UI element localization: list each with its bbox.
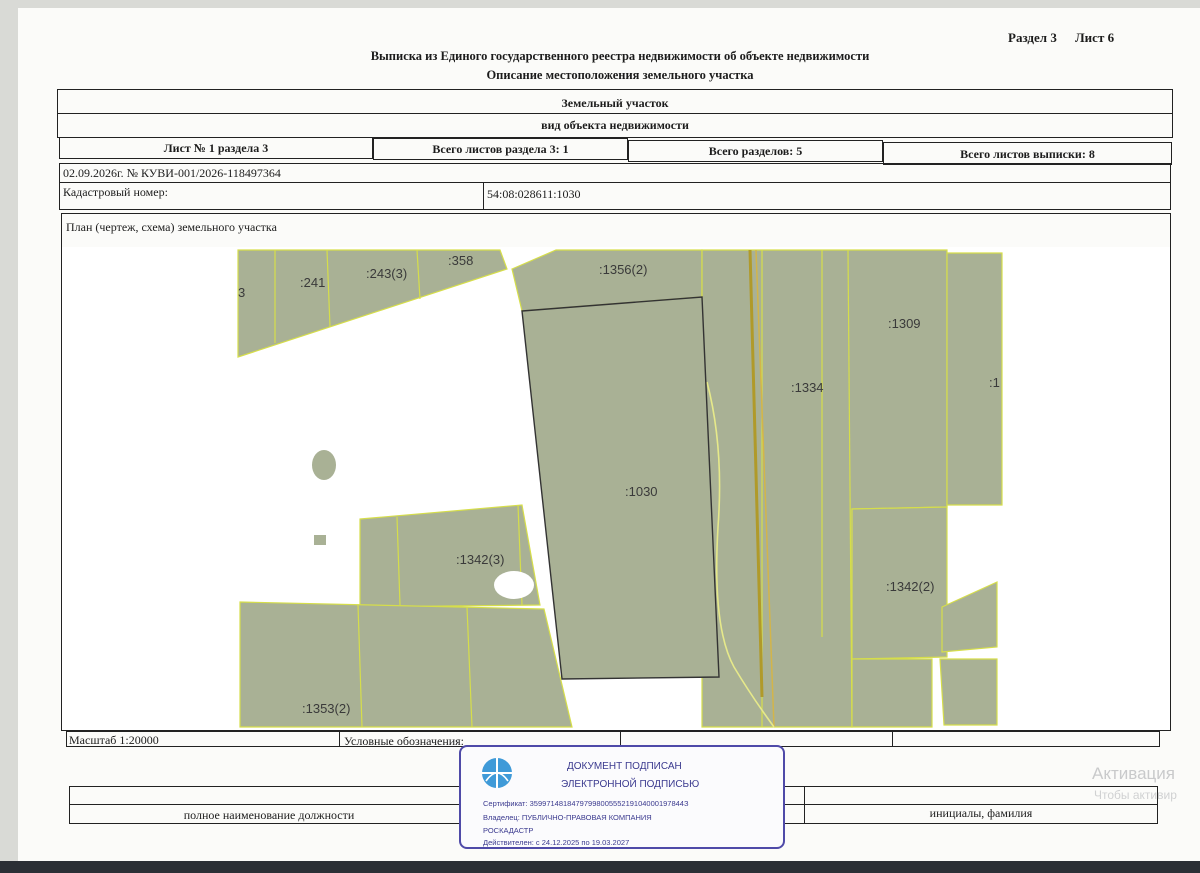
total-sheets-section: Всего листов раздела 3: 1 (432, 142, 569, 156)
section-label: Раздел 3 (1008, 30, 1057, 45)
cadastral-number: 54:08:028611:1030 (487, 187, 581, 201)
divider (57, 113, 1173, 114)
rosreestr-logo-icon (482, 758, 512, 788)
divider (892, 731, 893, 747)
position-caption: полное наименование должности (183, 808, 355, 822)
parcel-label-358: :358 (448, 253, 473, 268)
stamp-line1: ДОКУМЕНТ ПОДПИСАН (567, 761, 682, 772)
scale-label: Масштаб 1:20000 (69, 733, 159, 747)
total-sections: Всего разделов: 5 (708, 144, 803, 158)
pond (494, 571, 534, 599)
stamp-valid: Действителен: с 24.12.2025 по 19.03.2027 (483, 838, 630, 847)
object-type-caption: вид объекта недвижимости (541, 118, 689, 132)
divider (483, 182, 484, 210)
sheet-of-section: Лист № 1 раздела 3 (163, 141, 269, 155)
divider (339, 731, 340, 747)
parcel-far-right-bottom (939, 658, 998, 726)
small-parcel (312, 450, 336, 480)
parcel-1030-main (521, 296, 720, 680)
sheet-label: Лист 6 (1075, 30, 1115, 45)
activation-watermark: Активация (1092, 764, 1175, 783)
stamp-certificate: Сертификат: 3599714818479799800555219104… (483, 799, 689, 808)
cadastral-row (59, 182, 1171, 210)
parcel-label: 3 (238, 285, 245, 300)
plan-drawing: 3 :241 :243(3) :358 :1356(2) :1309 :1334… (61, 247, 1171, 731)
cadastral-label: Кадастровый номер: (63, 185, 168, 199)
document-subtitle: Описание местоположения земельного участ… (486, 68, 754, 82)
parcel-far-right-small (941, 581, 998, 653)
stamp-owner2: РОСКАДАСТР (483, 826, 534, 835)
e-signature-stamp: ДОКУМЕНТ ПОДПИСАН ЭЛЕКТРОННОЙ ПОДПИСЬЮ С… (459, 745, 785, 849)
parcel-label-1334: :1334 (791, 380, 824, 395)
parcel-label-241: :241 (300, 275, 325, 290)
parcel-label-1356: :1356(2) (599, 262, 647, 277)
parcel-label-1342-2: :1342(2) (886, 579, 934, 594)
object-type: Земельный участок (561, 96, 669, 110)
record-date-number: 02.09.2026г. № КУВИ-001/2026-118497364 (63, 166, 281, 180)
cadastral-map: 3 :241 :243(3) :358 :1356(2) :1309 :1334… (237, 249, 1003, 728)
parcel-1353-2 (239, 601, 573, 728)
parcel-label-1030: :1030 (625, 484, 658, 499)
plan-caption: План (чертеж, схема) земельного участка (66, 220, 277, 234)
name-caption: инициалы, фамилия (929, 806, 1033, 820)
symbols-label: Условные обозначения: (344, 734, 465, 748)
activation-watermark-sub: Чтобы активир (1094, 788, 1177, 802)
taskbar-edge (0, 861, 1200, 873)
small-parcel (314, 535, 326, 545)
parcel-lower-right (851, 658, 933, 728)
parcel-label-1309: :1309 (888, 316, 921, 331)
parcel-label-1353: :1353(2) (302, 701, 350, 716)
parcel-label-243: :243(3) (366, 266, 407, 281)
stamp-line2: ЭЛЕКТРОННОЙ ПОДПИСЬЮ (561, 779, 700, 790)
document-title: Выписка из Единого государственного реес… (370, 49, 870, 63)
parcel-label-1342-3: :1342(3) (456, 552, 504, 567)
total-sheets-extract: Всего листов выписки: 8 (960, 147, 1095, 161)
stamp-owner: Владелец: ПУБЛИЧНО-ПРАВОВАЯ КОМПАНИЯ (483, 813, 652, 822)
parcel-label-1: :1 (989, 375, 1000, 390)
